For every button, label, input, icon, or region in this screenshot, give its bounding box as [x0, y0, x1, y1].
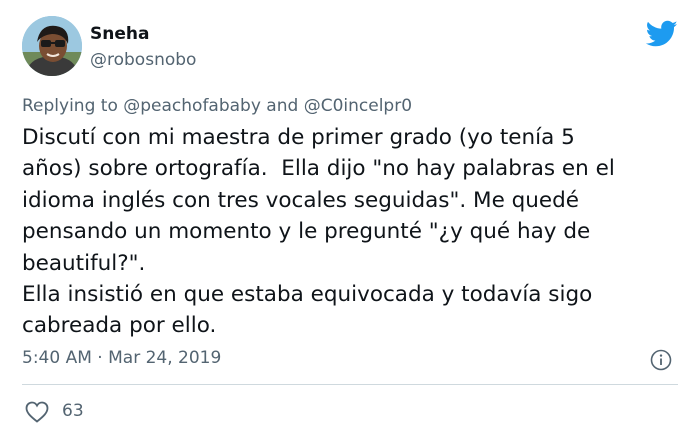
tweet-line: Ella insistió en que estaba equivocada y…	[22, 282, 593, 308]
replying-prefix: Replying to	[22, 96, 124, 116]
tweet-line: años) sobre ortografía. Ella dijo "no ha…	[22, 156, 615, 182]
replying-joiner: and	[260, 96, 304, 116]
divider	[22, 384, 678, 385]
author-handle[interactable]: @robosnobo	[90, 50, 196, 70]
tweet-text: Discutí con mi maestra de primer grado (…	[22, 122, 682, 342]
replying-to-line: Replying to @peachofababy and @C0incelpr…	[22, 96, 412, 116]
tweet-line: pensando un momento y le pregunté "¿y qu…	[22, 219, 591, 245]
like-count: 63	[62, 401, 84, 421]
tweet-header: Sneha @robosnobo	[22, 16, 682, 80]
tweet-line: beautiful?".	[22, 250, 146, 276]
avatar[interactable]	[22, 16, 82, 76]
meta-separator: ·	[91, 348, 109, 368]
tweet-date: Mar 24, 2019	[108, 348, 222, 368]
twitter-bird-icon[interactable]	[645, 20, 678, 48]
tweet-line: idioma inglés con tres vocales seguidas"…	[22, 187, 580, 213]
tweet-line: Discutí con mi maestra de primer grado (…	[22, 125, 575, 150]
mention-peachofababy[interactable]: @peachofababy	[123, 96, 261, 116]
avatar-image	[22, 16, 82, 76]
tweet-time: 5:40 AM	[22, 348, 92, 368]
heart-icon[interactable]	[25, 401, 49, 423]
tweet-timestamp[interactable]: 5:40 AM · Mar 24, 2019	[22, 348, 221, 368]
info-icon[interactable]	[650, 349, 672, 371]
mention-c0incelpr0[interactable]: @C0incelpr0	[304, 96, 412, 116]
author-display-name[interactable]: Sneha	[90, 24, 149, 44]
tweet-line: cabreada por ello.	[22, 313, 217, 339]
tweet-card: Sneha @robosnobo Replying to @peachofaba…	[0, 0, 700, 441]
